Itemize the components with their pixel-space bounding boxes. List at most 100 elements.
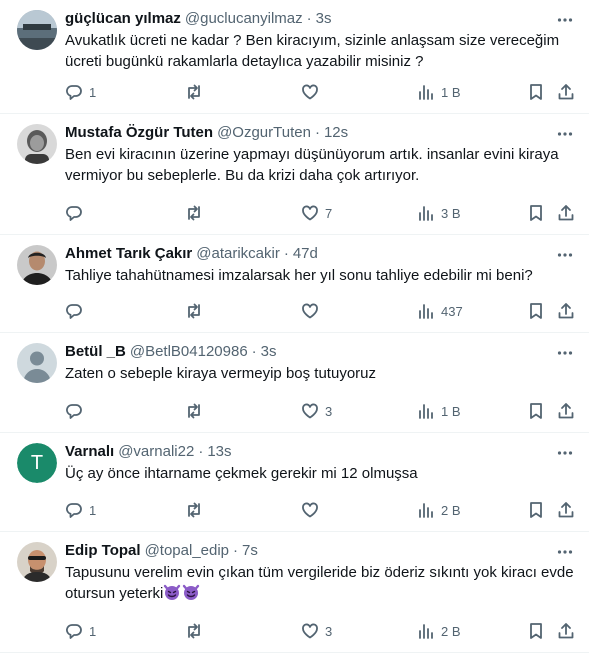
views-icon (419, 624, 433, 639)
avatar-letter: T (17, 443, 57, 483)
timestamp[interactable]: 47d (293, 244, 318, 264)
timestamp[interactable]: 3s (316, 9, 332, 29)
action-bar: 437 (65, 300, 581, 322)
more-icon[interactable] (555, 542, 575, 562)
bookmark-button[interactable] (527, 402, 557, 420)
share-icon (558, 205, 574, 221)
author-name[interactable]: güçlücan yılmaz (65, 9, 181, 29)
bookmark-button[interactable] (527, 204, 557, 222)
views-count: 437 (441, 303, 463, 319)
author-name[interactable]: Varnalı (65, 442, 114, 462)
retweet-button[interactable] (185, 402, 301, 420)
reply-button[interactable]: 1 (65, 501, 185, 519)
reply-button[interactable]: 1 (65, 622, 185, 640)
like-button[interactable]: 3 (301, 622, 417, 640)
share-button[interactable] (557, 501, 577, 519)
separator-dot: · (306, 10, 312, 27)
tweet-text: Zaten o sebeple kiraya vermeyip boş tutu… (65, 365, 376, 382)
reply-button[interactable]: 1 (65, 83, 185, 101)
reply-icon (66, 304, 82, 319)
like-button[interactable]: 7 (301, 204, 417, 222)
tweet[interactable]: T Varnalı @varnali22 · 13s Üç ay önce ih… (0, 433, 589, 532)
more-icon[interactable] (555, 343, 575, 363)
retweet-button[interactable] (185, 83, 301, 101)
retweet-button[interactable] (185, 501, 301, 519)
avatar[interactable] (17, 10, 57, 50)
timestamp[interactable]: 13s (207, 442, 231, 462)
tweet[interactable]: Betül _B @BetlB04120986 · 3s Zaten o seb… (0, 333, 589, 433)
views-count: 2 B (441, 623, 461, 639)
bookmark-icon (530, 623, 542, 639)
timestamp[interactable]: 3s (261, 342, 277, 362)
more-icon[interactable] (555, 443, 575, 463)
like-button[interactable] (301, 501, 417, 519)
avatar[interactable] (17, 343, 57, 383)
views-button[interactable]: 3 B (417, 204, 527, 222)
more-icon[interactable] (555, 245, 575, 265)
timestamp[interactable]: 7s (242, 541, 258, 561)
share-button[interactable] (557, 302, 577, 320)
bookmark-icon (530, 205, 542, 221)
avatar[interactable] (17, 245, 57, 285)
tweet[interactable]: Edip Topal @topal_edip · 7s Tapusunu ver… (0, 532, 589, 653)
retweet-button[interactable] (185, 204, 301, 222)
author-handle[interactable]: @topal_edip (145, 541, 229, 561)
author-name[interactable]: Edip Topal (65, 541, 141, 561)
tweet[interactable]: Mustafa Özgür Tuten @OzgurTuten · 12s Be… (0, 114, 589, 235)
like-count: 3 (325, 623, 333, 639)
bookmark-button[interactable] (527, 622, 557, 640)
author-name[interactable]: Mustafa Özgür Tuten (65, 123, 213, 143)
bookmark-icon (530, 502, 542, 518)
views-icon (419, 304, 433, 319)
separator-dot: · (198, 443, 204, 460)
views-button[interactable]: 1 B (417, 83, 527, 101)
views-button[interactable]: 2 B (417, 622, 527, 640)
avatar[interactable] (17, 542, 57, 582)
share-button[interactable] (557, 402, 577, 420)
author-name[interactable]: Ahmet Tarık Çakır (65, 244, 192, 264)
views-button[interactable]: 1 B (417, 402, 527, 420)
share-icon (558, 303, 574, 319)
like-button[interactable] (301, 302, 417, 320)
retweet-icon (188, 84, 200, 100)
reply-icon (66, 85, 82, 100)
author-handle[interactable]: @atarikcakir (196, 244, 280, 264)
like-count: 3 (325, 403, 333, 419)
reply-feed: güçlücan yılmaz @guclucanyilmaz · 3s Avu… (0, 0, 589, 653)
views-button[interactable]: 2 B (417, 501, 527, 519)
views-count: 1 B (441, 84, 461, 100)
reply-button[interactable] (65, 204, 185, 222)
tweet[interactable]: güçlücan yılmaz @guclucanyilmaz · 3s Avu… (0, 0, 589, 114)
more-icon[interactable] (555, 124, 575, 144)
like-button[interactable]: 3 (301, 402, 417, 420)
reply-button[interactable] (65, 302, 185, 320)
reply-button[interactable] (65, 402, 185, 420)
retweet-button[interactable] (185, 302, 301, 320)
like-button[interactable] (301, 83, 417, 101)
like-icon (302, 84, 318, 100)
reply-icon (66, 624, 82, 639)
tweet-text: Tapusunu verelim evin çıkan tüm vergiler… (65, 564, 574, 602)
author-handle[interactable]: @varnali22 (118, 442, 194, 462)
tweet[interactable]: Ahmet Tarık Çakır @atarikcakir · 47d Tah… (0, 235, 589, 333)
timestamp[interactable]: 12s (324, 123, 348, 143)
author-handle[interactable]: @BetlB04120986 (130, 342, 248, 362)
author-handle[interactable]: @OzgurTuten (217, 123, 311, 143)
author-name[interactable]: Betül _B (65, 342, 126, 362)
more-icon[interactable] (555, 10, 575, 30)
retweet-button[interactable] (185, 622, 301, 640)
separator-dot: · (251, 343, 257, 360)
bookmark-button[interactable] (527, 302, 557, 320)
avatar[interactable]: T (17, 443, 57, 483)
share-button[interactable] (557, 622, 577, 640)
share-button[interactable] (557, 83, 577, 101)
views-count: 2 B (441, 502, 461, 518)
views-button[interactable]: 437 (417, 302, 527, 320)
reply-count: 1 (89, 84, 97, 100)
bookmark-button[interactable] (527, 501, 557, 519)
share-icon (558, 84, 574, 100)
bookmark-button[interactable] (527, 83, 557, 101)
share-button[interactable] (557, 204, 577, 222)
author-handle[interactable]: @guclucanyilmaz (185, 9, 303, 29)
avatar[interactable] (17, 124, 57, 164)
